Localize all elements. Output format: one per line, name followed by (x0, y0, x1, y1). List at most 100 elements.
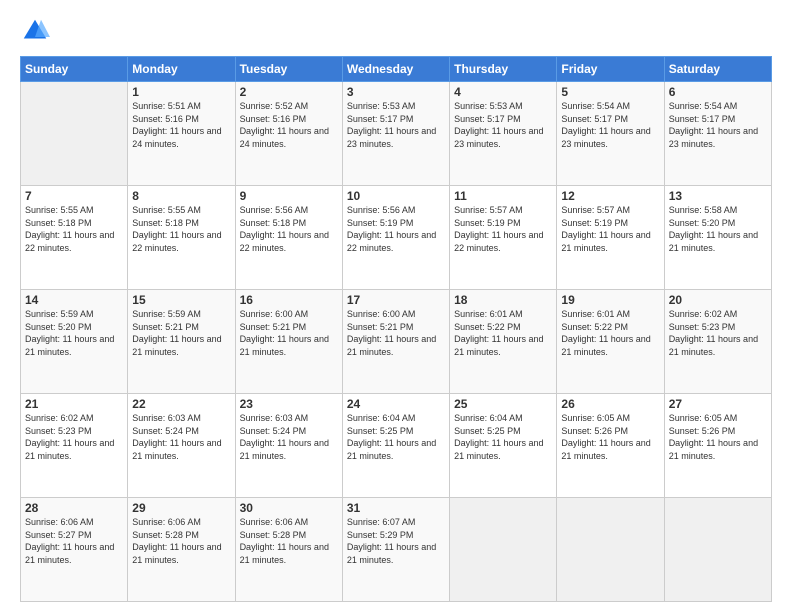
day-info: Sunrise: 6:05 AMSunset: 5:26 PMDaylight:… (669, 412, 767, 462)
day-number: 3 (347, 85, 445, 99)
day-info: Sunrise: 5:59 AMSunset: 5:21 PMDaylight:… (132, 308, 230, 358)
day-info: Sunrise: 6:02 AMSunset: 5:23 PMDaylight:… (25, 412, 123, 462)
day-number: 12 (561, 189, 659, 203)
calendar-cell: 11Sunrise: 5:57 AMSunset: 5:19 PMDayligh… (450, 186, 557, 290)
calendar: SundayMondayTuesdayWednesdayThursdayFrid… (20, 56, 772, 602)
day-number: 17 (347, 293, 445, 307)
calendar-cell: 18Sunrise: 6:01 AMSunset: 5:22 PMDayligh… (450, 290, 557, 394)
calendar-cell: 29Sunrise: 6:06 AMSunset: 5:28 PMDayligh… (128, 498, 235, 602)
day-number: 10 (347, 189, 445, 203)
weekday-header-thursday: Thursday (450, 57, 557, 82)
day-info: Sunrise: 6:04 AMSunset: 5:25 PMDaylight:… (347, 412, 445, 462)
day-number: 1 (132, 85, 230, 99)
day-number: 6 (669, 85, 767, 99)
day-info: Sunrise: 5:52 AMSunset: 5:16 PMDaylight:… (240, 100, 338, 150)
calendar-cell: 19Sunrise: 6:01 AMSunset: 5:22 PMDayligh… (557, 290, 664, 394)
day-info: Sunrise: 5:51 AMSunset: 5:16 PMDaylight:… (132, 100, 230, 150)
calendar-cell: 26Sunrise: 6:05 AMSunset: 5:26 PMDayligh… (557, 394, 664, 498)
day-number: 8 (132, 189, 230, 203)
calendar-cell: 17Sunrise: 6:00 AMSunset: 5:21 PMDayligh… (342, 290, 449, 394)
day-number: 25 (454, 397, 552, 411)
weekday-header-row: SundayMondayTuesdayWednesdayThursdayFrid… (21, 57, 772, 82)
day-info: Sunrise: 5:56 AMSunset: 5:19 PMDaylight:… (347, 204, 445, 254)
calendar-cell (664, 498, 771, 602)
day-number: 4 (454, 85, 552, 99)
day-info: Sunrise: 5:55 AMSunset: 5:18 PMDaylight:… (132, 204, 230, 254)
day-number: 24 (347, 397, 445, 411)
day-info: Sunrise: 6:00 AMSunset: 5:21 PMDaylight:… (240, 308, 338, 358)
day-number: 23 (240, 397, 338, 411)
header (20, 16, 772, 46)
day-info: Sunrise: 5:54 AMSunset: 5:17 PMDaylight:… (561, 100, 659, 150)
calendar-cell (21, 82, 128, 186)
calendar-cell: 30Sunrise: 6:06 AMSunset: 5:28 PMDayligh… (235, 498, 342, 602)
day-number: 2 (240, 85, 338, 99)
day-number: 28 (25, 501, 123, 515)
calendar-cell: 3Sunrise: 5:53 AMSunset: 5:17 PMDaylight… (342, 82, 449, 186)
week-row-3: 14Sunrise: 5:59 AMSunset: 5:20 PMDayligh… (21, 290, 772, 394)
calendar-cell: 13Sunrise: 5:58 AMSunset: 5:20 PMDayligh… (664, 186, 771, 290)
day-info: Sunrise: 5:56 AMSunset: 5:18 PMDaylight:… (240, 204, 338, 254)
calendar-cell: 20Sunrise: 6:02 AMSunset: 5:23 PMDayligh… (664, 290, 771, 394)
calendar-cell: 22Sunrise: 6:03 AMSunset: 5:24 PMDayligh… (128, 394, 235, 498)
day-info: Sunrise: 5:53 AMSunset: 5:17 PMDaylight:… (347, 100, 445, 150)
day-number: 9 (240, 189, 338, 203)
calendar-cell: 31Sunrise: 6:07 AMSunset: 5:29 PMDayligh… (342, 498, 449, 602)
day-number: 13 (669, 189, 767, 203)
weekday-header-wednesday: Wednesday (342, 57, 449, 82)
calendar-cell: 16Sunrise: 6:00 AMSunset: 5:21 PMDayligh… (235, 290, 342, 394)
week-row-1: 1Sunrise: 5:51 AMSunset: 5:16 PMDaylight… (21, 82, 772, 186)
day-number: 22 (132, 397, 230, 411)
week-row-2: 7 Sunrise: 5:55 AMSunset: 5:18 PMDaylight… (21, 186, 772, 290)
calendar-cell: 25Sunrise: 6:04 AMSunset: 5:25 PMDayligh… (450, 394, 557, 498)
calendar-cell: 7Sunrise: 5:55 AMSunset: 5:18 PMDaylight… (21, 186, 128, 290)
day-number: 11 (454, 189, 552, 203)
calendar-cell: 21Sunrise: 6:02 AMSunset: 5:23 PMDayligh… (21, 394, 128, 498)
weekday-header-tuesday: Tuesday (235, 57, 342, 82)
day-info: Sunrise: 6:00 AMSunset: 5:21 PMDaylight:… (347, 308, 445, 358)
day-number: 18 (454, 293, 552, 307)
day-info: Sunrise: 6:03 AMSunset: 5:24 PMDaylight:… (132, 412, 230, 462)
day-info: Sunrise: 6:01 AMSunset: 5:22 PMDaylight:… (454, 308, 552, 358)
day-number: 30 (240, 501, 338, 515)
calendar-cell (450, 498, 557, 602)
calendar-cell: 15Sunrise: 5:59 AMSunset: 5:21 PMDayligh… (128, 290, 235, 394)
logo-icon (20, 16, 50, 46)
calendar-cell: 12Sunrise: 5:57 AMSunset: 5:19 PMDayligh… (557, 186, 664, 290)
calendar-cell: 14Sunrise: 5:59 AMSunset: 5:20 PMDayligh… (21, 290, 128, 394)
calendar-cell (557, 498, 664, 602)
weekday-header-sunday: Sunday (21, 57, 128, 82)
day-info: Sunrise: 6:02 AMSunset: 5:23 PMDaylight:… (669, 308, 767, 358)
calendar-cell: 27Sunrise: 6:05 AMSunset: 5:26 PMDayligh… (664, 394, 771, 498)
weekday-header-monday: Monday (128, 57, 235, 82)
day-info: Sunrise: 6:01 AMSunset: 5:22 PMDaylight:… (561, 308, 659, 358)
day-info: Sunrise: 5:53 AMSunset: 5:17 PMDaylight:… (454, 100, 552, 150)
day-info: Sunrise: 6:03 AMSunset: 5:24 PMDaylight:… (240, 412, 338, 462)
day-number: 19 (561, 293, 659, 307)
day-info: Sunrise: 6:04 AMSunset: 5:25 PMDaylight:… (454, 412, 552, 462)
day-info: Sunrise: 6:07 AMSunset: 5:29 PMDaylight:… (347, 516, 445, 566)
day-info: Sunrise: 5:59 AMSunset: 5:20 PMDaylight:… (25, 308, 123, 358)
day-info: Sunrise: 6:06 AMSunset: 5:27 PMDaylight:… (25, 516, 123, 566)
day-number: 14 (25, 293, 123, 307)
calendar-cell: 28Sunrise: 6:06 AMSunset: 5:27 PMDayligh… (21, 498, 128, 602)
weekday-header-saturday: Saturday (664, 57, 771, 82)
day-number: 7 (25, 189, 123, 203)
calendar-cell: 5Sunrise: 5:54 AMSunset: 5:17 PMDaylight… (557, 82, 664, 186)
day-number: 31 (347, 501, 445, 515)
calendar-cell: 8Sunrise: 5:55 AMSunset: 5:18 PMDaylight… (128, 186, 235, 290)
day-number: 29 (132, 501, 230, 515)
day-info: Sunrise: 6:06 AMSunset: 5:28 PMDaylight:… (132, 516, 230, 566)
day-number: 16 (240, 293, 338, 307)
week-row-4: 21Sunrise: 6:02 AMSunset: 5:23 PMDayligh… (21, 394, 772, 498)
calendar-cell: 23Sunrise: 6:03 AMSunset: 5:24 PMDayligh… (235, 394, 342, 498)
day-info: Sunrise: 5:58 AMSunset: 5:20 PMDaylight:… (669, 204, 767, 254)
day-info: Sunrise: 5:57 AMSunset: 5:19 PMDaylight:… (561, 204, 659, 254)
day-number: 5 (561, 85, 659, 99)
calendar-cell: 1Sunrise: 5:51 AMSunset: 5:16 PMDaylight… (128, 82, 235, 186)
day-info: Sunrise: 6:05 AMSunset: 5:26 PMDaylight:… (561, 412, 659, 462)
day-number: 26 (561, 397, 659, 411)
week-row-5: 28Sunrise: 6:06 AMSunset: 5:27 PMDayligh… (21, 498, 772, 602)
day-number: 27 (669, 397, 767, 411)
page: SundayMondayTuesdayWednesdayThursdayFrid… (0, 0, 792, 612)
